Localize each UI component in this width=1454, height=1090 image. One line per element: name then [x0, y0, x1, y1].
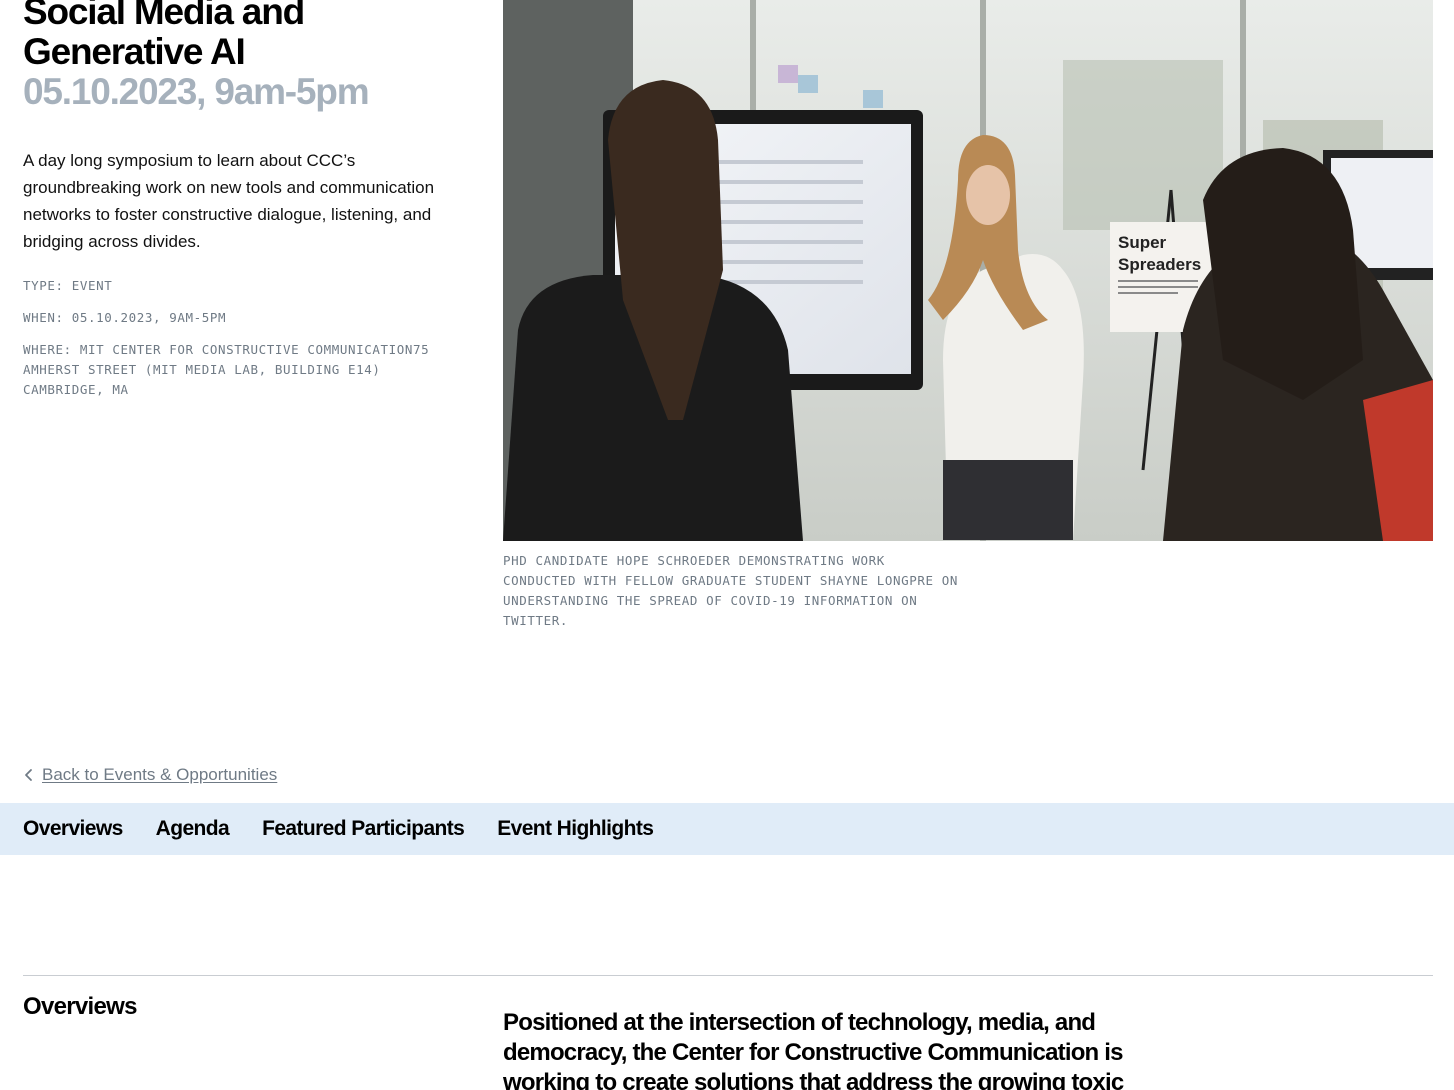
- overview-heading: Overviews: [23, 993, 137, 1020]
- sign-text-2: Spreaders: [1118, 255, 1201, 274]
- chevron-left-icon: [25, 769, 32, 781]
- photo-caption: PHD CANDIDATE HOPE SCHROEDER DEMONSTRATI…: [503, 553, 959, 628]
- section-divider: [23, 975, 1433, 976]
- event-photo-illustration: Super Spreaders: [503, 0, 1433, 541]
- event-when: WHEN: 05.10.2023, 9AM-5PM: [23, 310, 227, 325]
- tab-agenda[interactable]: Agenda: [156, 817, 230, 841]
- event-page: Social Media and Generative AI 05.10.202…: [0, 0, 1454, 1090]
- back-to-events-link[interactable]: Back to Events & Opportunities: [23, 764, 277, 786]
- event-title: Social Media and Generative AI: [23, 0, 305, 72]
- event-type: TYPE: EVENT: [23, 278, 113, 293]
- section-tab-bar: Overviews Agenda Featured Participants E…: [0, 803, 1454, 855]
- event-description: A day long symposium to learn about CCC’…: [23, 151, 435, 251]
- event-date: 05.10.2023, 9am-5pm: [23, 71, 370, 112]
- back-link-label: Back to Events & Opportunities: [42, 765, 278, 784]
- sign-text-1: Super: [1118, 233, 1167, 252]
- event-header: Social Media and Generative AI 05.10.202…: [23, 0, 483, 112]
- event-where: WHERE: MIT CENTER FOR CONSTRUCTIVE COMMU…: [23, 342, 430, 397]
- event-photo: Super Spreaders: [503, 0, 1433, 541]
- tab-featured-participants[interactable]: Featured Participants: [262, 817, 465, 841]
- tab-overviews[interactable]: Overviews: [23, 817, 123, 841]
- tab-event-highlights[interactable]: Event Highlights: [497, 817, 654, 841]
- overview-lead: Positioned at the intersection of techno…: [503, 1009, 1124, 1090]
